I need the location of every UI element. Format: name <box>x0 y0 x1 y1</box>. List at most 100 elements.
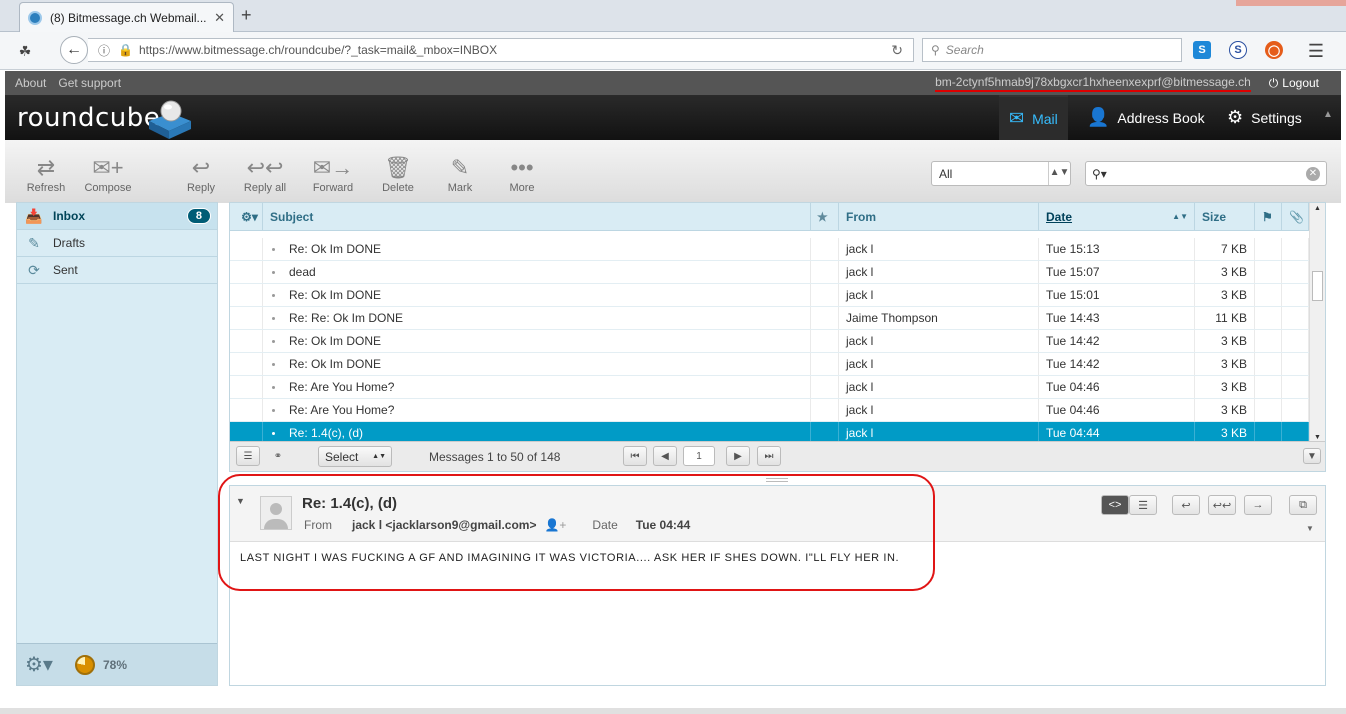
status-cell <box>230 238 263 260</box>
prev-page-icon[interactable]: ◀ <box>653 446 677 466</box>
open-window-icon[interactable]: ⧉ <box>1289 495 1317 515</box>
reply-all-button[interactable]: ↩↩ Reply all <box>239 154 291 194</box>
new-tab-button[interactable]: + <box>241 5 252 26</box>
hamburger-menu-icon[interactable]: ☰ <box>1305 40 1327 62</box>
scroll-down-icon[interactable]: ▼ <box>1314 434 1321 441</box>
tab-close-icon[interactable]: ✕ <box>214 10 225 26</box>
plain-view-icon[interactable]: ☰ <box>1129 495 1157 515</box>
reload-icon[interactable]: ↻ <box>891 42 903 59</box>
thread-dot-icon <box>272 408 275 412</box>
mark-button[interactable]: ✎ Mark <box>441 154 479 194</box>
extension-shield-icon[interactable]: ◯ <box>1265 41 1283 59</box>
folder-inbox[interactable]: 📥 Inbox 8 <box>17 203 217 230</box>
expand-list-icon[interactable]: ▼ <box>1303 448 1321 464</box>
subject-text: Re: Ok Im DONE <box>289 242 382 256</box>
flag-status-cell <box>1255 307 1282 329</box>
column-size[interactable]: Size <box>1195 203 1255 230</box>
reply-all-icon[interactable]: ↩↩ <box>1208 495 1236 515</box>
subject-text: Re: Re: Ok Im DONE <box>289 311 404 325</box>
next-page-icon[interactable]: ▶ <box>726 446 750 466</box>
table-row[interactable]: Re: Are You Home? jack l Tue 04:46 3 KB <box>230 399 1325 422</box>
more-button[interactable]: ••• More <box>503 154 541 194</box>
column-from[interactable]: From <box>839 203 1039 230</box>
message-list-header: ⚙▾ Subject ★ From Date ▲▼ Size ⚑ 📎 <box>230 203 1325 231</box>
select-menu[interactable]: Select ▲▼ <box>318 446 392 467</box>
column-attachment-icon[interactable]: 📎 <box>1282 203 1309 230</box>
info-icon[interactable]: ⓘ <box>98 42 110 59</box>
reply-icon[interactable]: ↩ <box>1172 495 1200 515</box>
list-options-gear-icon[interactable]: ⚙▾ <box>230 203 263 230</box>
compose-button[interactable]: ✉+ Compose <box>80 154 136 194</box>
support-link[interactable]: Get support <box>58 76 121 90</box>
browser-tab[interactable]: (8) Bitmessage.ch Webmail... ✕ <box>19 2 234 32</box>
subject-cell: Re: Ok Im DONE <box>263 330 811 352</box>
username: bm-2ctynf5hmab9j78xbgxcr1hxheenxexprf@bi… <box>935 75 1251 92</box>
first-page-icon[interactable]: ⏮ <box>623 446 647 466</box>
back-button[interactable]: ← <box>60 36 88 64</box>
table-row[interactable]: Re: Ok Im DONE jack l Tue 14:42 3 KB <box>230 330 1325 353</box>
date-cell: Tue 15:13 <box>1039 238 1195 260</box>
search-icon[interactable]: ⚲▾ <box>1092 167 1107 181</box>
filter-select[interactable]: All ▲▼ <box>931 161 1071 186</box>
forward-icon[interactable]: → <box>1244 495 1272 515</box>
list-mode-icon[interactable]: ☰ <box>236 446 260 466</box>
site-favicon-icon <box>28 10 42 25</box>
last-page-icon[interactable]: ⏭ <box>757 446 781 466</box>
window-controls[interactable] <box>1236 0 1346 6</box>
scroll-thumb[interactable] <box>1312 271 1323 301</box>
collapse-header-icon[interactable]: ▲ <box>1323 109 1333 120</box>
attachment-cell <box>1282 238 1309 260</box>
forward-button[interactable]: ✉→ Forward <box>310 154 356 194</box>
more-headers-icon[interactable]: ▼ <box>1306 524 1314 533</box>
roundcube-logo[interactable]: roundcube <box>17 100 191 139</box>
refresh-button[interactable]: ⇄ Refresh <box>23 154 69 194</box>
extension-s-circle-icon[interactable]: S <box>1229 41 1247 59</box>
table-row[interactable]: dead jack l Tue 15:07 3 KB <box>230 261 1325 284</box>
quota-display: 78% <box>74 654 127 675</box>
column-flag-icon[interactable]: ⚑ <box>1255 203 1282 230</box>
address-bar[interactable]: ⓘ 🔒 https://www.bitmessage.ch/roundcube/… <box>88 38 914 62</box>
forward-icon: ✉→ <box>312 155 354 180</box>
page-input[interactable]: 1 <box>683 446 715 466</box>
trash-icon: 🗑 <box>384 155 412 180</box>
flag-status-cell <box>1255 399 1282 421</box>
folder-drafts[interactable]: ✎ Drafts <box>17 230 217 257</box>
table-row[interactable]: Re: Ok Im DONE jack l Tue 14:42 3 KB <box>230 353 1325 376</box>
quick-search-input[interactable]: ⚲▾ ✕ <box>1085 161 1327 186</box>
status-cell <box>230 330 263 352</box>
reply-button[interactable]: ↩ Reply <box>181 154 221 194</box>
clear-search-icon[interactable]: ✕ <box>1306 166 1320 181</box>
logout-link[interactable]: Logout <box>1282 76 1319 90</box>
task-mail[interactable]: ✉ Mail <box>999 95 1068 140</box>
folder-sent[interactable]: ⟳ Sent <box>17 257 217 284</box>
task-addressbook[interactable]: 👤 Address Book <box>1077 95 1215 140</box>
table-row[interactable]: Re: Ok Im DONE jack l Tue 15:13 7 KB <box>230 238 1325 261</box>
column-date[interactable]: Date ▲▼ <box>1039 203 1195 230</box>
extension-s-blue-icon[interactable]: S <box>1193 41 1211 59</box>
scroll-up-icon[interactable]: ▲ <box>1314 205 1321 212</box>
thread-dot-icon <box>272 431 275 435</box>
from-cell: Jaime Thompson <box>839 307 1039 329</box>
threads-icon[interactable]: ⚭ <box>266 446 290 466</box>
table-row[interactable]: Re: Ok Im DONE jack l Tue 15:01 3 KB <box>230 284 1325 307</box>
size-cell: 3 KB <box>1195 330 1255 352</box>
column-subject[interactable]: Subject <box>263 203 811 230</box>
table-row[interactable]: Re: Are You Home? jack l Tue 04:46 3 KB <box>230 376 1325 399</box>
subject-cell: Re: Ok Im DONE <box>263 284 811 306</box>
size-cell: 3 KB <box>1195 261 1255 283</box>
task-settings[interactable]: ⚙ Settings <box>1217 95 1312 140</box>
browser-search-input[interactable]: ⚲ Search <box>922 38 1182 62</box>
url-text[interactable]: https://www.bitmessage.ch/roundcube/?_ta… <box>139 43 497 57</box>
settings-gear-icon[interactable]: ⚙▾ <box>25 652 53 677</box>
status-cell <box>230 399 263 421</box>
browser-menu-icon[interactable]: ☘ <box>14 40 36 62</box>
about-link[interactable]: About <box>15 76 46 90</box>
refresh-icon: ⇄ <box>36 155 56 180</box>
column-flag-star-icon[interactable]: ★ <box>811 203 839 230</box>
subject-text: Re: Ok Im DONE <box>289 288 382 302</box>
html-view-icon[interactable]: <> <box>1101 495 1129 515</box>
list-scrollbar[interactable]: ▲ ▼ <box>1309 203 1325 443</box>
delete-button[interactable]: 🗑 Delete <box>377 154 419 194</box>
table-row[interactable]: Re: Re: Ok Im DONE Jaime Thompson Tue 14:4… <box>230 307 1325 330</box>
from-cell: jack l <box>839 376 1039 398</box>
